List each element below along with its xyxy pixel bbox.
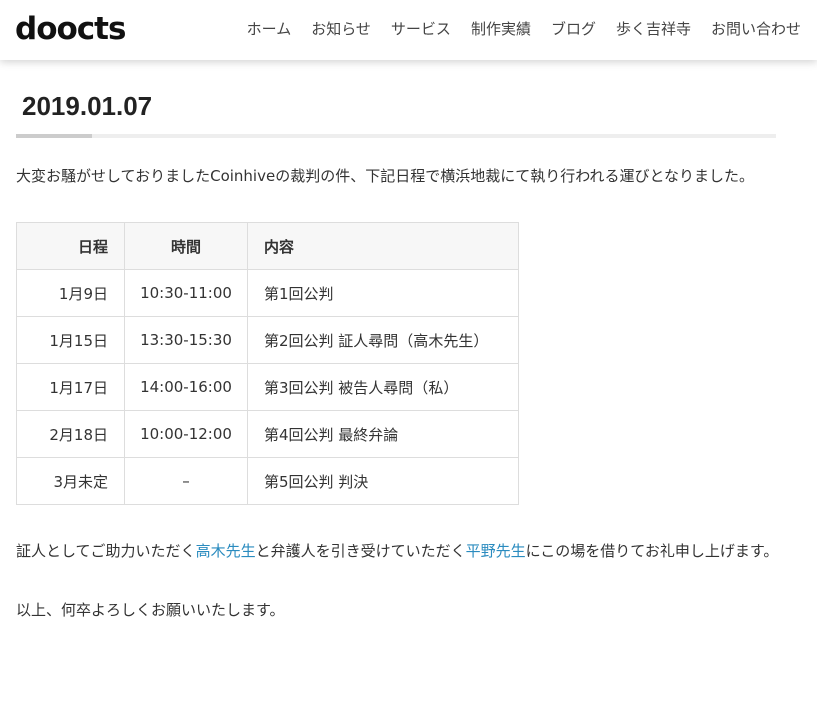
cell-date: 3月未定	[16, 457, 125, 505]
cell-content: 第1回公判	[247, 269, 519, 317]
cell-content: 第5回公判 判決	[247, 457, 519, 505]
cell-date: 2月18日	[16, 410, 125, 458]
closing-paragraph: 以上、何卒よろしくお願いいたします。	[16, 601, 285, 619]
cell-time: 10:00-12:00	[124, 410, 248, 458]
nav-home[interactable]: ホーム	[247, 18, 292, 40]
cell-date: 1月17日	[16, 363, 125, 411]
hirano-link[interactable]: 平野先生	[466, 542, 526, 560]
page-title: 2019.01.07	[22, 91, 153, 121]
header-content: 内容	[247, 222, 519, 270]
table-header-row: 日程 時間 内容	[16, 222, 519, 270]
cell-time: –	[124, 457, 248, 505]
cell-time: 14:00-16:00	[124, 363, 248, 411]
thanks-text-3: にこの場を借りてお礼申し上げます。	[525, 542, 779, 560]
cell-date: 1月9日	[16, 269, 125, 317]
title-underline-accent	[16, 134, 92, 138]
main-nav: ホーム お知らせ サービス 制作実績 ブログ 歩く吉祥寺 お問い合わせ	[247, 18, 801, 40]
header-date: 日程	[16, 222, 125, 270]
title-underline	[16, 134, 776, 138]
article: 2019.01.07 大変お騒がせしておりましたCoinhiveの裁判の件、下記…	[16, 60, 792, 625]
nav-blog[interactable]: ブログ	[551, 18, 596, 40]
thanks-paragraph: 証人としてご助力いただく高木先生と弁護人を引き受けていただく平野先生にこの場を借…	[16, 537, 786, 566]
table-row: 3月未定 – 第5回公判 判決	[16, 457, 519, 505]
takagi-link[interactable]: 高木先生	[196, 542, 256, 560]
table-row: 1月9日 10:30-11:00 第1回公判	[16, 269, 519, 317]
table-row: 1月17日 14:00-16:00 第3回公判 被告人尋問（私）	[16, 363, 519, 411]
cell-date: 1月15日	[16, 316, 125, 364]
nav-services[interactable]: サービス	[391, 18, 451, 40]
thanks-text-2: と弁護人を引き受けていただく	[255, 542, 466, 560]
nav-works[interactable]: 制作実績	[471, 18, 531, 40]
cell-content: 第3回公判 被告人尋問（私）	[247, 363, 519, 411]
intro-paragraph: 大変お騒がせしておりましたCoinhiveの裁判の件、下記日程で横浜地裁にて執り…	[16, 167, 755, 185]
table-row: 2月18日 10:00-12:00 第4回公判 最終弁論	[16, 410, 519, 458]
cell-content: 第2回公判 証人尋問（高木先生）	[247, 316, 519, 364]
schedule-table: 日程 時間 内容 1月9日 10:30-11:00 第1回公判 1月15日 13…	[16, 222, 519, 505]
table-row: 1月15日 13:30-15:30 第2回公判 証人尋問（高木先生）	[16, 316, 519, 364]
nav-contact[interactable]: お問い合わせ	[711, 18, 801, 40]
thanks-text-1: 証人としてご助力いただく	[16, 542, 196, 560]
cell-time: 10:30-11:00	[124, 269, 248, 317]
cell-time: 13:30-15:30	[124, 316, 248, 364]
site-logo[interactable]: doocts	[15, 8, 126, 50]
nav-news[interactable]: お知らせ	[311, 18, 371, 40]
cell-content: 第4回公判 最終弁論	[247, 410, 519, 458]
nav-kichijoji[interactable]: 歩く吉祥寺	[616, 18, 691, 40]
header-time: 時間	[124, 222, 248, 270]
site-header: doocts ホーム お知らせ サービス 制作実績 ブログ 歩く吉祥寺 お問い合…	[0, 0, 817, 60]
